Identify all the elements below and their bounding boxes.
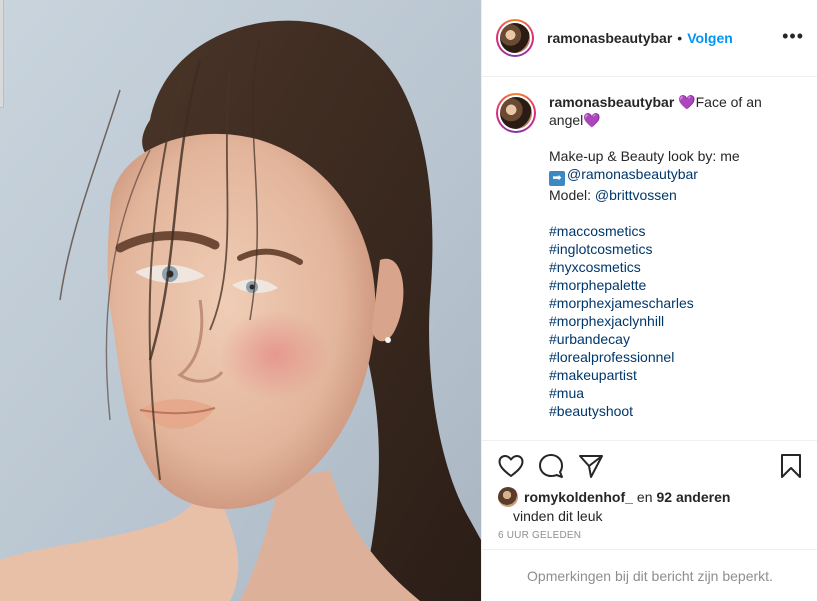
follow-button[interactable]: Volgen [687,30,733,46]
share-button[interactable] [578,453,604,479]
hashtag-link[interactable]: #morphexjaclynhill [549,312,797,330]
likes-summary: romykoldenhof_ en 92 anderen vinden dit … [498,487,808,525]
post-timestamp[interactable]: 6 UUR GELEDEN [498,530,581,541]
purple-heart-icon: 💜 [583,112,601,128]
hashtag-link[interactable]: #beautyshoot [549,402,797,420]
hashtag-link[interactable]: #urbandecay [549,330,797,348]
avatar-image [500,97,532,129]
caption-avatar[interactable] [496,93,536,133]
liker-avatar[interactable] [498,487,518,507]
likes-connector: en [636,489,653,505]
likes-suffix: vinden dit leuk [513,508,603,524]
author-username[interactable]: ramonasbeautybar [547,30,672,46]
caption-username[interactable]: ramonasbeautybar [549,94,674,110]
scroll-tab[interactable] [0,0,4,108]
hashtag-link[interactable]: #mua [549,384,797,402]
save-button[interactable] [778,453,804,479]
hashtag-link[interactable]: #morphepalette [549,276,797,294]
hashtag-link[interactable]: #morphexjamescharles [549,294,797,312]
caption-line-2: angel [549,112,584,128]
post-sidebar: ramonasbeautybar • Volgen ••• ramonasbea… [481,0,817,601]
hashtag-link[interactable]: #nyxcosmetics [549,258,797,276]
avatar-image [500,23,530,53]
model-label: Model: [549,187,592,203]
comments-limited-notice: Opmerkingen bij dit bericht zijn beperkt… [482,549,817,601]
credit-line: Make-up & Beauty look by: me [549,148,740,164]
liker-username[interactable]: romykoldenhof_ [524,488,633,506]
caption-line-1: Face of an [695,94,762,110]
purple-heart-icon: 💜 [678,94,696,110]
hashtag-link[interactable]: #makeupartist [549,366,797,384]
caption-text: ramonasbeautybar 💜Face of an angel💜 Make… [549,93,797,440]
like-button[interactable] [498,453,524,479]
model-handle-link[interactable]: @brittvossen [595,187,677,203]
share-icon [579,455,603,478]
right-arrow-icon: ➡ [549,171,565,186]
author-avatar[interactable] [496,19,534,57]
hashtag-link[interactable]: #lorealprofessionnel [549,348,797,366]
more-options-icon[interactable]: ••• [782,27,804,45]
hashtag-link[interactable]: #inglotcosmetics [549,240,797,258]
heart-icon [498,455,524,477]
post-header: ramonasbeautybar • Volgen ••• [482,0,817,77]
action-bar [482,441,817,489]
comment-icon [539,454,563,478]
credit-handle-link[interactable]: @ramonasbeautybar [567,166,698,182]
portrait-photo [0,0,481,601]
comment-button[interactable] [538,453,564,479]
post-image[interactable] [0,0,481,601]
header-separator: • [677,30,683,46]
likes-others-link[interactable]: 92 anderen [656,488,730,506]
hashtag-link[interactable]: #maccosmetics [549,222,797,240]
caption-section: ramonasbeautybar 💜Face of an angel💜 Make… [482,77,817,441]
bookmark-icon [781,454,801,478]
